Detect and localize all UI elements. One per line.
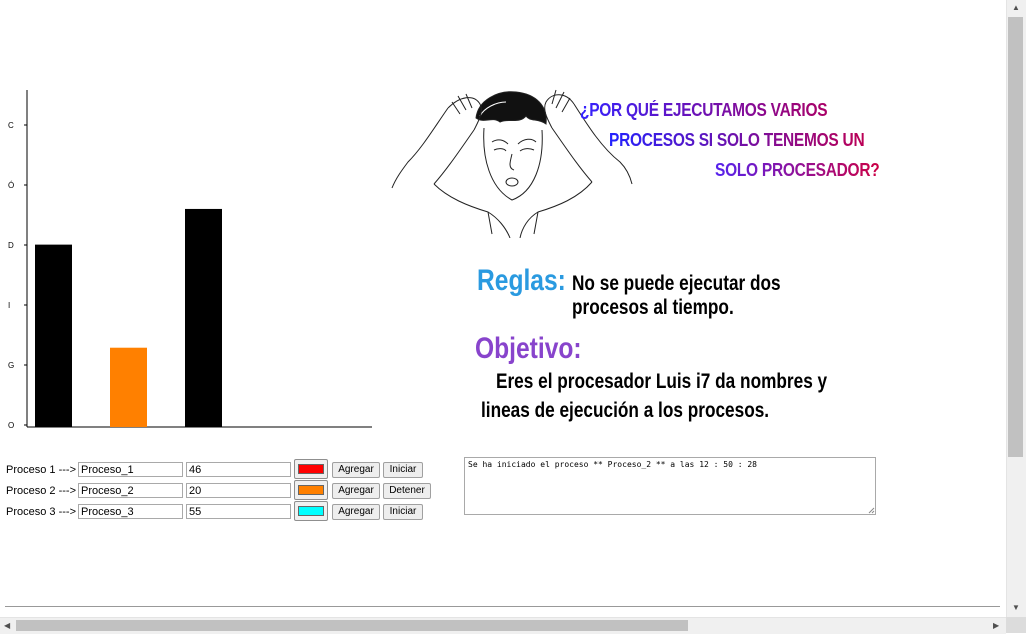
chart-bar-proceso-1 xyxy=(35,244,72,427)
process-name-input[interactable] xyxy=(78,483,183,498)
process-row-2: Proceso 2 ---> Agregar Detener xyxy=(6,480,436,502)
process-label: Proceso 2 ---> xyxy=(6,485,76,497)
resize-grip-icon[interactable] xyxy=(868,507,875,514)
y-axis-letter-label: I xyxy=(8,301,10,310)
process-lines-input[interactable] xyxy=(186,462,291,477)
objective-text-line-2: lineas de ejecución a los procesos. xyxy=(481,399,770,422)
process-lines-input[interactable] xyxy=(186,504,291,519)
objective-text-line-1: Eres el procesador Luis i7 da nombres y xyxy=(496,370,828,393)
process-name-input[interactable] xyxy=(78,504,183,519)
color-swatch xyxy=(298,464,324,474)
objective-heading: Objetivo: xyxy=(475,332,582,365)
rules-text-line-1: No se puede ejecutar dos xyxy=(572,272,781,295)
start-process-button[interactable]: Iniciar xyxy=(383,504,423,520)
chart-bar-proceso-2 xyxy=(110,347,147,427)
color-picker-button[interactable] xyxy=(294,480,328,500)
rules-text-line-2: procesos al tiempo. xyxy=(572,296,734,319)
add-process-button[interactable]: Agregar xyxy=(332,462,380,478)
scroll-up-arrow-icon[interactable]: ▲ xyxy=(1012,4,1020,12)
scroll-left-arrow-icon[interactable]: ◀ xyxy=(4,622,10,630)
y-axis-letter-label: Ó xyxy=(8,181,14,190)
y-axis-letter-label: D xyxy=(8,241,14,250)
horizontal-scrollbar-thumb[interactable] xyxy=(16,620,688,631)
vertical-scrollbar-thumb[interactable] xyxy=(1008,17,1023,457)
headline-line-1: ¿POR QUÉ EJECUTAMOS VARIOS xyxy=(580,100,828,120)
chart-bar-proceso-3 xyxy=(185,208,222,427)
process-log-textarea[interactable] xyxy=(464,457,876,515)
process-name-input[interactable] xyxy=(78,462,183,477)
process-label: Proceso 1 ---> xyxy=(6,464,76,476)
process-row-3: Proceso 3 ---> Agregar Iniciar xyxy=(6,501,436,523)
process-bar-chart: C Ó D I G O xyxy=(8,90,372,430)
stop-process-button[interactable]: Detener xyxy=(383,483,431,499)
y-axis-letter-label: G xyxy=(8,361,14,370)
color-picker-button[interactable] xyxy=(294,501,328,521)
add-process-button[interactable]: Agregar xyxy=(332,504,380,520)
footer-divider xyxy=(5,606,1000,607)
headline-line-3: SOLO PROCESADOR? xyxy=(715,160,880,180)
color-swatch xyxy=(298,506,324,516)
rules-heading: Reglas: xyxy=(477,264,566,297)
add-process-button[interactable]: Agregar xyxy=(332,483,380,499)
process-row-1: Proceso 1 ---> Agregar Iniciar xyxy=(6,459,436,481)
process-lines-input[interactable] xyxy=(186,483,291,498)
scrollbar-corner xyxy=(1006,617,1026,633)
color-picker-button[interactable] xyxy=(294,459,328,479)
color-swatch xyxy=(298,485,324,495)
scroll-down-arrow-icon[interactable]: ▼ xyxy=(1012,604,1020,612)
process-label: Proceso 3 ---> xyxy=(6,506,76,518)
start-process-button[interactable]: Iniciar xyxy=(383,462,423,478)
y-axis-letter-label: C xyxy=(8,121,14,130)
y-axis-letter-label: O xyxy=(8,421,14,430)
headline-line-2: PROCESOS SI SOLO TENEMOS UN xyxy=(609,130,865,150)
scroll-right-arrow-icon[interactable]: ▶ xyxy=(993,622,999,630)
